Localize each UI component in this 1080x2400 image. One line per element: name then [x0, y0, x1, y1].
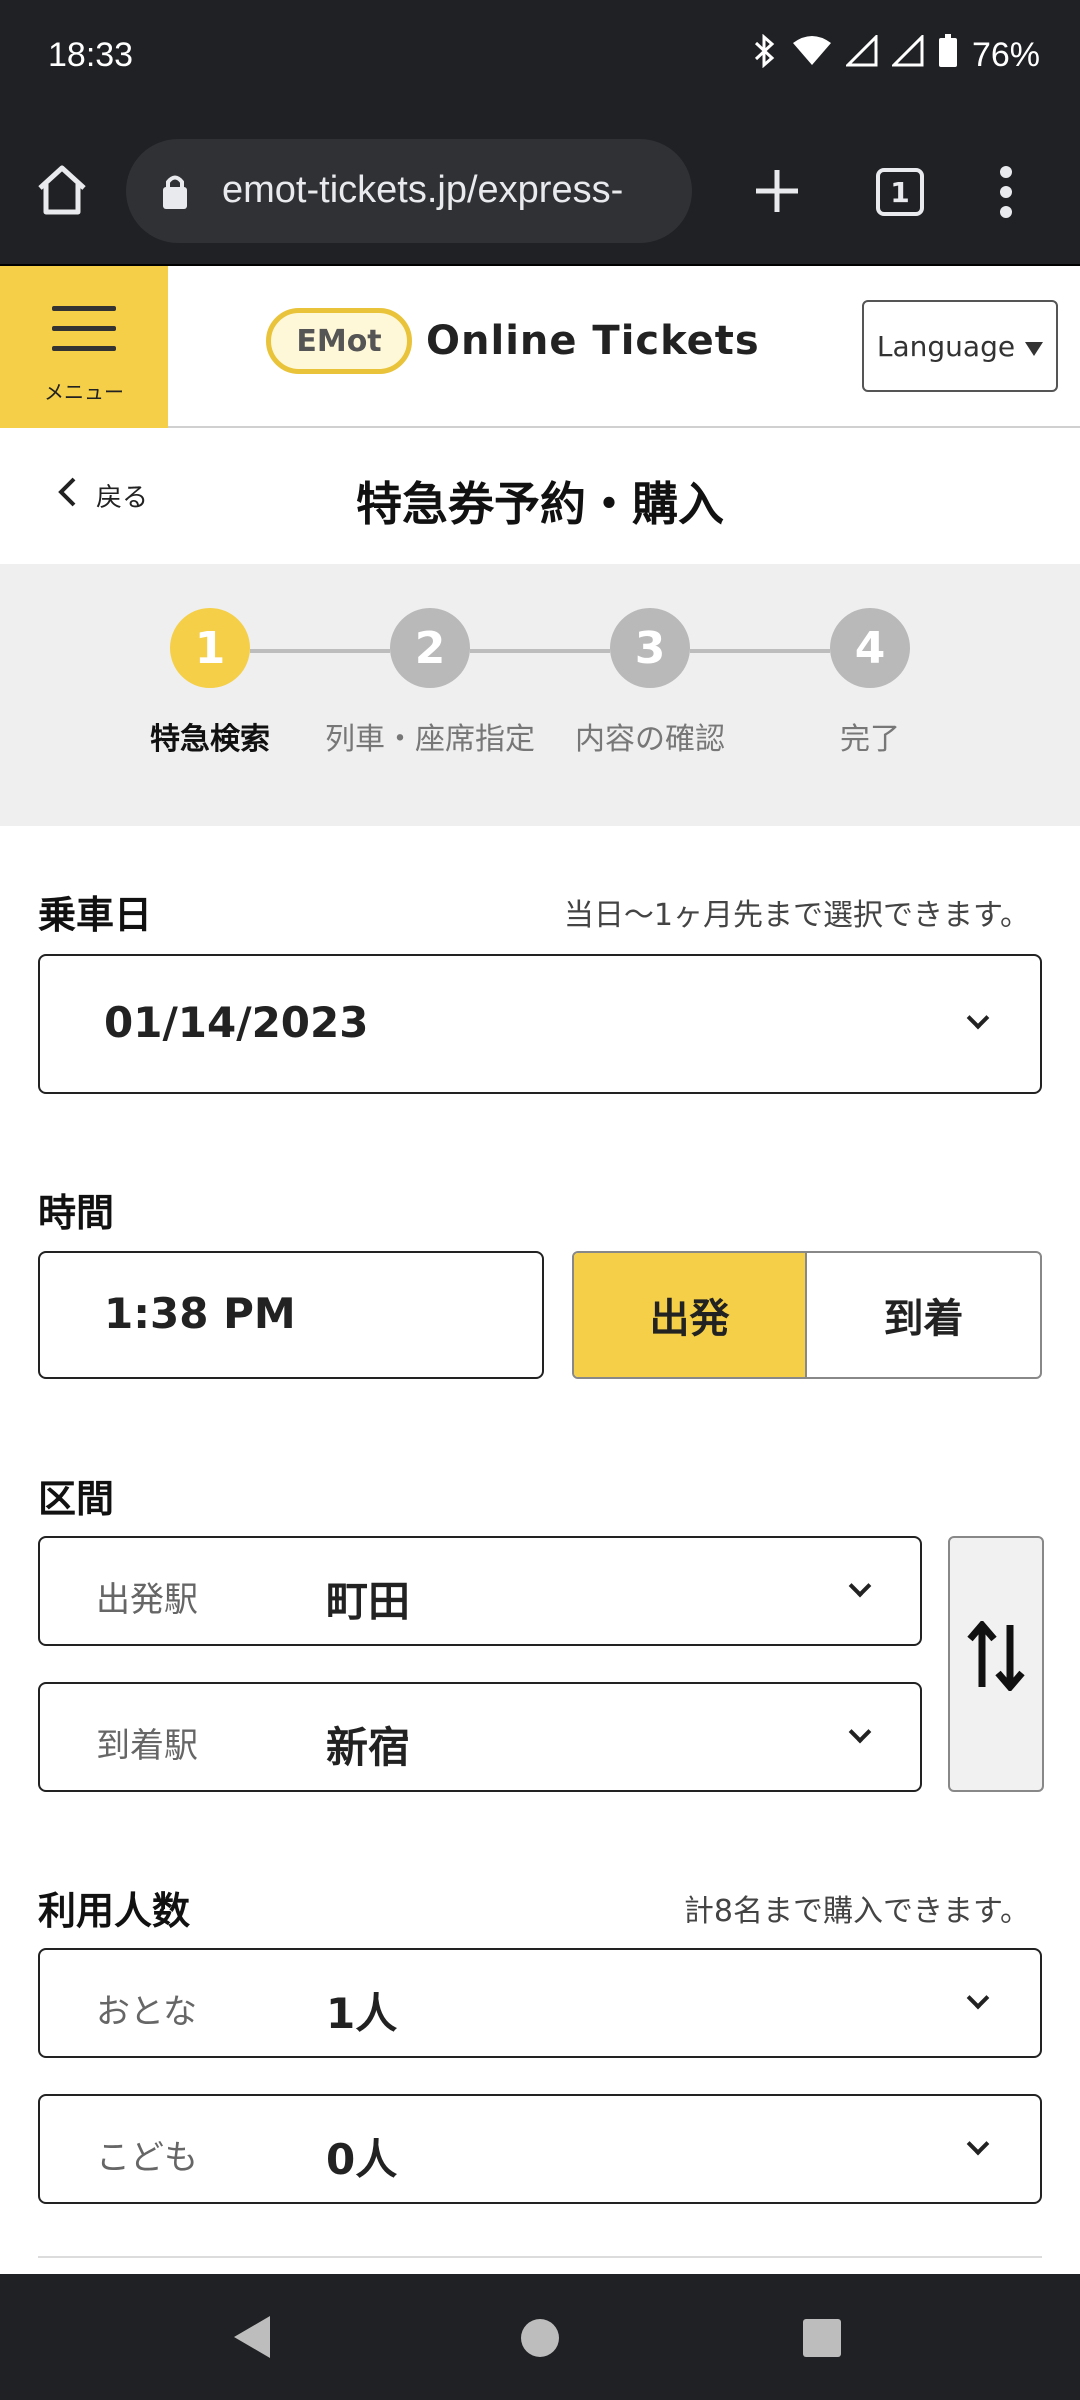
step-4-label: 完了 [840, 722, 900, 757]
adult-label: おとな [96, 1992, 197, 2032]
back-triangle-icon[interactable] [232, 2314, 272, 2364]
status-bar: 18:33 76% [0, 0, 1080, 120]
language-label: Language [876, 329, 1016, 363]
time-value: 1:38 PM [104, 1289, 296, 1338]
child-label: こども [96, 2138, 198, 2178]
hamburger-icon [52, 306, 116, 366]
chevron-down-icon [848, 1574, 872, 1598]
battery-icon [938, 34, 958, 77]
section-divider [38, 2256, 1042, 2258]
passengers-hint: 計8名まで購入できます。 [683, 1894, 1030, 1929]
status-icons: 76% [752, 33, 1040, 77]
arrival-station-label: 到着駅 [96, 1726, 198, 1766]
adult-value: 1人 [326, 1989, 398, 2038]
chevron-down-icon [848, 1720, 872, 1744]
system-nav-bar [0, 2274, 1080, 2400]
home-icon[interactable] [34, 162, 90, 222]
swap-stations-button[interactable] [948, 1536, 1044, 1792]
step-4-circle: 4 [830, 608, 910, 688]
step-3-circle: 3 [610, 608, 690, 688]
chevron-down-icon [966, 2132, 990, 2156]
chevron-down-icon [966, 1986, 990, 2010]
date-value: 01/14/2023 [104, 998, 369, 1047]
chevron-down-icon [966, 1006, 990, 1030]
date-section-label: 乗車日 [38, 893, 153, 937]
time-input[interactable]: 1:38 PM [38, 1251, 544, 1379]
signal-icon [844, 33, 878, 76]
battery-percent: 76% [971, 36, 1040, 74]
menu-button[interactable]: メニュー [0, 266, 168, 428]
route-section-label: 区間 [38, 1477, 115, 1521]
home-circle-icon[interactable] [520, 2318, 560, 2362]
child-count-select[interactable]: こども 0人 [38, 2094, 1042, 2204]
bluetooth-icon [752, 33, 778, 77]
page-title: 特急券予約・購入 [356, 477, 724, 531]
step-1-label: 特急検索 [150, 722, 270, 757]
progress-stepper: 1 2 3 4 特急検索 列車・座席指定 内容の確認 完了 [0, 564, 1080, 826]
recents-square-icon[interactable] [802, 2318, 842, 2362]
step-2-label: 列車・座席指定 [325, 722, 535, 757]
date-select[interactable]: 01/14/2023 [38, 954, 1042, 1094]
site-header: メニュー EMot Online Tickets Language [0, 266, 1080, 428]
depart-toggle-button[interactable]: 出発 [574, 1253, 807, 1377]
step-connector [250, 649, 390, 653]
arrive-toggle-button[interactable]: 到着 [807, 1253, 1040, 1377]
adult-count-select[interactable]: おとな 1人 [38, 1948, 1042, 2058]
step-connector [470, 649, 610, 653]
new-tab-icon[interactable] [752, 166, 802, 220]
dropdown-triangle-icon [1025, 330, 1044, 363]
logo-badge: EMot [266, 308, 412, 374]
departure-station-select[interactable]: 出発駅 町田 [38, 1536, 922, 1646]
step-1-circle: 1 [170, 608, 250, 688]
tab-count: 1 [890, 175, 910, 209]
language-select[interactable]: Language [862, 300, 1058, 392]
url-text: emot-tickets.jp/express- [222, 169, 624, 211]
wifi-icon [792, 35, 832, 76]
status-time: 18:33 [48, 36, 134, 74]
step-connector [690, 649, 830, 653]
child-value: 0人 [326, 2135, 398, 2184]
departure-station-label: 出発駅 [96, 1580, 198, 1620]
passengers-section-label: 利用人数 [38, 1889, 191, 1933]
signal-icon-2 [890, 33, 924, 76]
lock-icon [160, 171, 190, 215]
step-2-circle: 2 [390, 608, 470, 688]
arrival-station-value: 新宿 [326, 1723, 411, 1772]
tab-switcher-button[interactable]: 1 [876, 168, 924, 216]
title-row: 戻る 特急券予約・購入 [0, 428, 1080, 564]
url-bar[interactable]: emot-tickets.jp/express- [126, 139, 692, 243]
step-3-label: 内容の確認 [575, 722, 725, 757]
menu-label: メニュー [44, 380, 124, 404]
swap-arrows-icon [966, 1619, 1026, 1707]
departure-station-value: 町田 [326, 1577, 411, 1626]
browser-toolbar: emot-tickets.jp/express- 1 [0, 120, 1080, 266]
depart-arrive-toggle: 出発 到着 [572, 1251, 1042, 1379]
time-section-label: 時間 [38, 1191, 115, 1235]
site-logo[interactable]: EMot Online Tickets [266, 308, 760, 374]
arrival-station-select[interactable]: 到着駅 新宿 [38, 1682, 922, 1792]
more-menu-icon[interactable] [998, 164, 1014, 224]
logo-text: Online Tickets [426, 318, 760, 364]
date-hint: 当日〜1ヶ月先まで選択できます。 [563, 898, 1030, 933]
